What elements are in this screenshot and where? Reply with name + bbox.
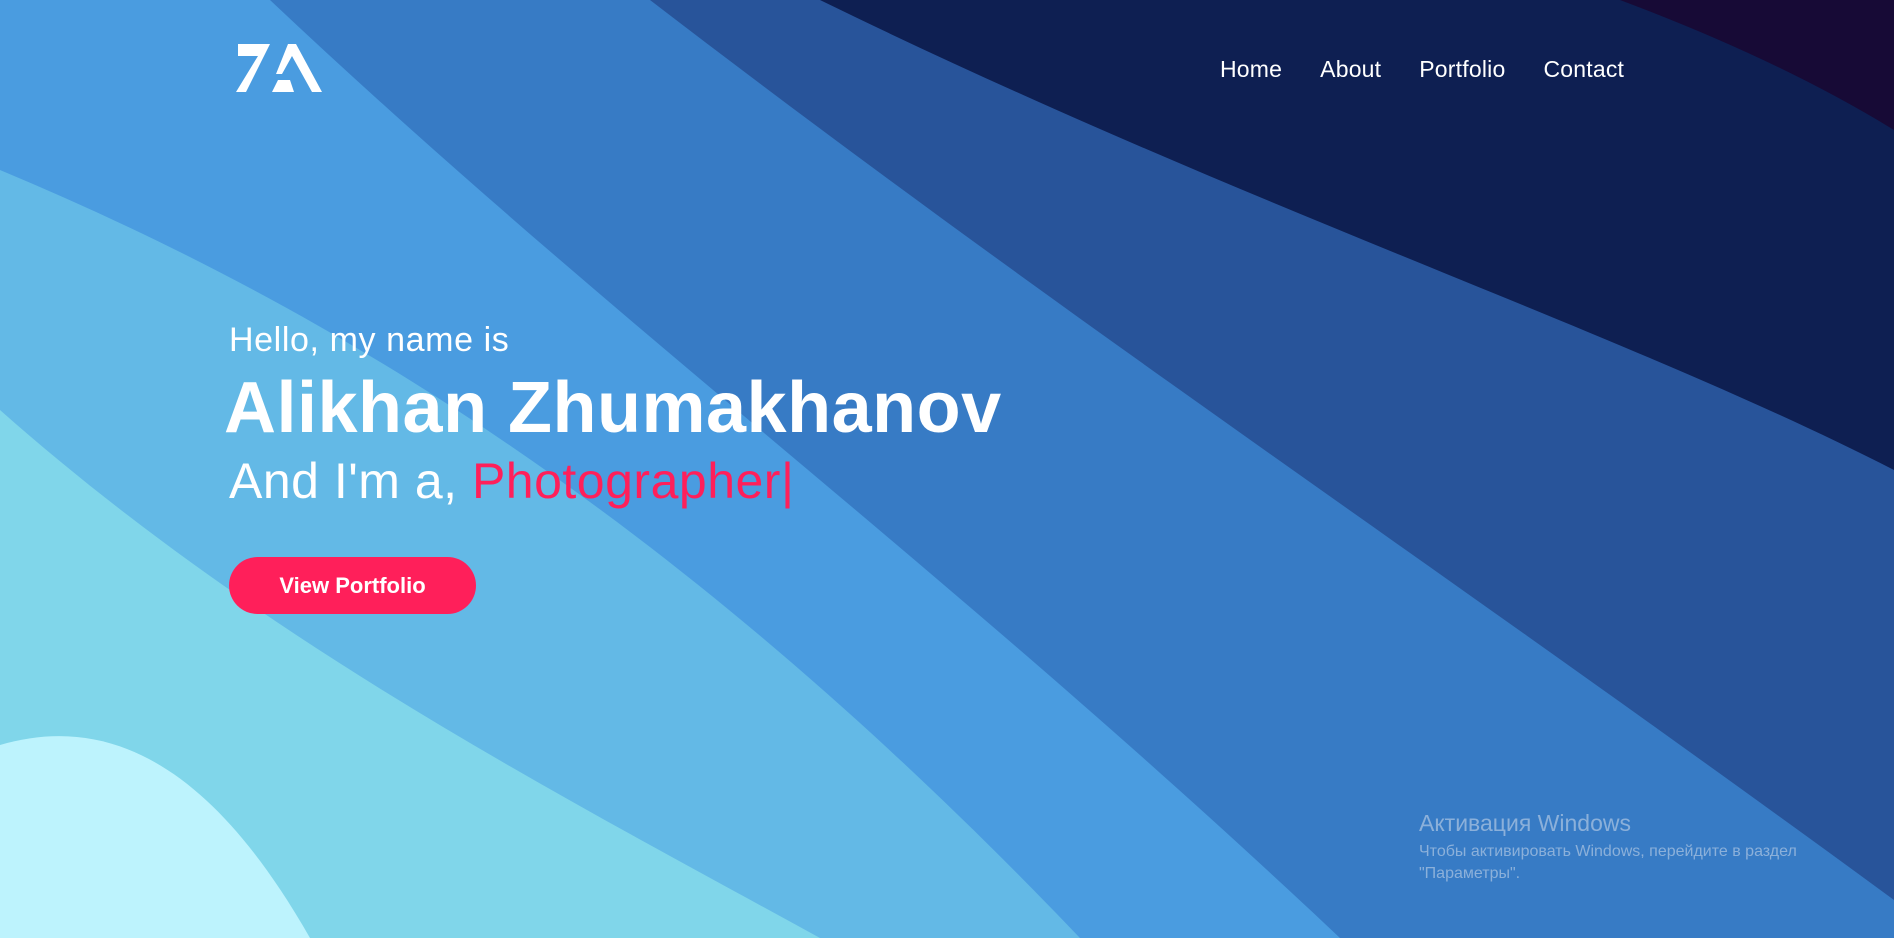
- hero-page: Home About Portfolio Contact Hello, my n…: [0, 0, 1894, 938]
- windows-activation-watermark: Активация Windows Чтобы активировать Win…: [1419, 810, 1797, 887]
- hero-role-word: Photographer: [471, 453, 781, 510]
- typing-cursor: |: [780, 453, 795, 510]
- nav-contact-link[interactable]: Contact: [1543, 56, 1624, 83]
- hero-role-line: And I'm a, Photographer|: [229, 451, 1002, 511]
- hero-role-prefix: And I'm a,: [229, 453, 458, 510]
- hero-name: Alikhan Zhumakhanov: [224, 367, 1002, 448]
- main-nav: Home About Portfolio Contact: [1220, 56, 1624, 83]
- hero-content: Hello, my name is Alikhan Zhumakhanov An…: [224, 320, 1002, 511]
- nav-portfolio-link[interactable]: Portfolio: [1419, 56, 1505, 83]
- watermark-line-1: Чтобы активировать Windows, перейдите в …: [1419, 843, 1797, 860]
- view-portfolio-button[interactable]: View Portfolio: [229, 557, 476, 614]
- nav-about-link[interactable]: About: [1320, 56, 1381, 83]
- nav-home-link[interactable]: Home: [1220, 56, 1282, 83]
- hero-greeting: Hello, my name is: [229, 321, 510, 359]
- watermark-title: Активация Windows: [1419, 810, 1631, 836]
- za-logo-icon[interactable]: [236, 42, 322, 94]
- watermark-line-2: "Параметры".: [1419, 865, 1521, 882]
